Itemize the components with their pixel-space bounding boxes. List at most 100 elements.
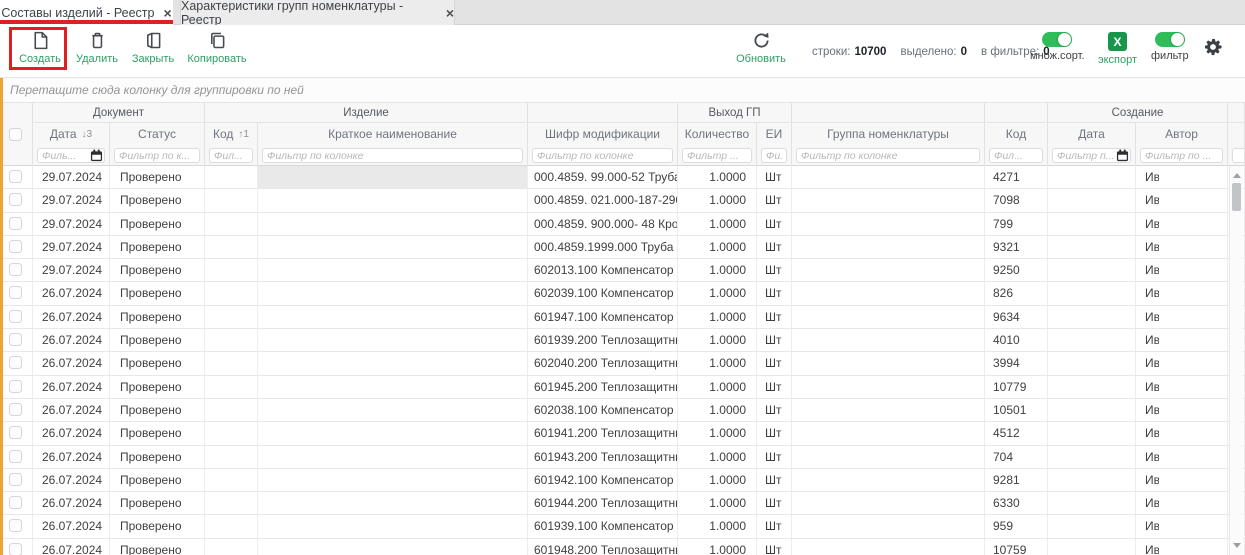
table-row[interactable]: 26.07.2024Проверено601942.100 Компенсато… bbox=[0, 469, 1245, 492]
cell-quantity[interactable]: 1.0000 bbox=[678, 213, 757, 235]
cell-shifr-modifikacii[interactable]: 601942.100 Компенсатор к bbox=[528, 469, 678, 491]
cell-quantity[interactable]: 1.0000 bbox=[678, 282, 757, 304]
toggle-on-icon[interactable] bbox=[1155, 32, 1185, 47]
table-row[interactable]: 29.07.2024Проверено000.4859. 99.000-52 Т… bbox=[0, 166, 1245, 189]
cell-ei[interactable]: Шт bbox=[757, 469, 792, 491]
cell-shifr-modifikacii[interactable]: 601948.200 Теплозащитнь bbox=[528, 539, 678, 555]
cell-ei[interactable]: Шт bbox=[757, 446, 792, 468]
cell-quantity[interactable]: 1.0000 bbox=[678, 399, 757, 421]
cell-shifr-modifikacii[interactable]: 602039.100 Компенсатор к bbox=[528, 282, 678, 304]
cell-quantity[interactable]: 1.0000 bbox=[678, 422, 757, 444]
cell-date[interactable]: 29.07.2024 bbox=[33, 236, 110, 258]
cell-ei[interactable]: Шт bbox=[757, 399, 792, 421]
cell-create-date[interactable] bbox=[1048, 166, 1136, 188]
column-header-quantity[interactable]: Количество bbox=[678, 123, 757, 145]
cell-quantity[interactable]: 1.0000 bbox=[678, 236, 757, 258]
cell-author[interactable]: Ив bbox=[1136, 306, 1228, 328]
cell-ei[interactable]: Шт bbox=[757, 422, 792, 444]
cell-ei[interactable]: Шт bbox=[757, 213, 792, 235]
filter-input-short-name[interactable] bbox=[262, 148, 523, 163]
cell-nomenclature-group[interactable] bbox=[792, 306, 985, 328]
cell-status[interactable]: Проверено bbox=[110, 236, 205, 258]
row-checkbox[interactable] bbox=[9, 263, 22, 276]
cell-nomenclature-group[interactable] bbox=[792, 399, 985, 421]
cell-quantity[interactable]: 1.0000 bbox=[678, 446, 757, 468]
table-row[interactable]: 29.07.2024Проверено000.4859. 900.000- 48… bbox=[0, 213, 1245, 236]
cell-date[interactable]: 29.07.2024 bbox=[33, 166, 110, 188]
cell-status[interactable]: Проверено bbox=[110, 399, 205, 421]
cell-shifr-modifikacii[interactable]: 000.4859. 900.000- 48 Крон bbox=[528, 213, 678, 235]
cell-short-name[interactable] bbox=[258, 282, 528, 304]
scroll-up-icon[interactable] bbox=[1233, 173, 1241, 178]
cell-create-date[interactable] bbox=[1048, 469, 1136, 491]
cell-code[interactable] bbox=[205, 492, 258, 514]
cell-code[interactable] bbox=[205, 213, 258, 235]
tab-sostavy-izdeliy[interactable]: Составы изделий - Реестр × bbox=[0, 0, 173, 25]
cell-status[interactable]: Проверено bbox=[110, 166, 205, 188]
filter-input-shifr-modifikacii[interactable] bbox=[532, 148, 673, 163]
column-header-date[interactable]: Дата↓3 bbox=[33, 123, 110, 145]
cell-author[interactable]: Ив bbox=[1136, 446, 1228, 468]
filter-input-ei[interactable] bbox=[761, 148, 787, 163]
cell-status[interactable]: Проверено bbox=[110, 213, 205, 235]
filter-input-quantity[interactable] bbox=[682, 148, 752, 163]
cell-author[interactable]: Ив bbox=[1136, 422, 1228, 444]
cell-code[interactable] bbox=[205, 376, 258, 398]
cell-shifr-modifikacii[interactable]: 602040.200 Теплозащитнь bbox=[528, 352, 678, 374]
export-button[interactable]: X экспорт bbox=[1098, 32, 1137, 66]
table-row[interactable]: 26.07.2024Проверено601947.100 Компенсато… bbox=[0, 306, 1245, 329]
group-by-drop-zone[interactable]: Перетащите сюда колонку для группировки … bbox=[0, 78, 1245, 103]
cell-create-date[interactable] bbox=[1048, 236, 1136, 258]
row-checkbox[interactable] bbox=[9, 333, 22, 346]
cell-nomenclature-group[interactable] bbox=[792, 236, 985, 258]
cell-code2[interactable]: 9321 bbox=[985, 236, 1048, 258]
cell-create-date[interactable] bbox=[1048, 352, 1136, 374]
cell-ei[interactable]: Шт bbox=[757, 282, 792, 304]
calendar-icon[interactable] bbox=[1116, 149, 1129, 162]
cell-short-name[interactable] bbox=[258, 399, 528, 421]
cell-code2[interactable]: 10501 bbox=[985, 399, 1048, 421]
filter-input-code2[interactable] bbox=[989, 148, 1043, 163]
cell-shifr-modifikacii[interactable]: 602038.100 Компенсатор к bbox=[528, 399, 678, 421]
cell-short-name[interactable] bbox=[258, 213, 528, 235]
table-row[interactable]: 26.07.2024Проверено602038.100 Компенсато… bbox=[0, 399, 1245, 422]
filter-input-nomenclature-group[interactable] bbox=[796, 148, 980, 163]
cell-status[interactable]: Проверено bbox=[110, 282, 205, 304]
table-row[interactable]: 29.07.2024Проверено000.4859. 021.000-187… bbox=[0, 189, 1245, 212]
cell-create-date[interactable] bbox=[1048, 492, 1136, 514]
cell-nomenclature-group[interactable] bbox=[792, 259, 985, 281]
cell-ei[interactable]: Шт bbox=[757, 352, 792, 374]
cell-nomenclature-group[interactable] bbox=[792, 539, 985, 555]
cell-nomenclature-group[interactable] bbox=[792, 213, 985, 235]
cell-code2[interactable]: 9250 bbox=[985, 259, 1048, 281]
cell-author[interactable]: Ив bbox=[1136, 376, 1228, 398]
cell-short-name[interactable] bbox=[258, 469, 528, 491]
table-row[interactable]: 29.07.2024Проверено602013.100 Компенсато… bbox=[0, 259, 1245, 282]
cell-code2[interactable]: 9634 bbox=[985, 306, 1048, 328]
cell-date[interactable]: 26.07.2024 bbox=[33, 306, 110, 328]
filter-input-author[interactable] bbox=[1140, 148, 1223, 163]
cell-code[interactable] bbox=[205, 399, 258, 421]
tab-harakteristiki-grupp[interactable]: Характеристики групп номенклатуры - Реес… bbox=[180, 0, 455, 25]
cell-ei[interactable]: Шт bbox=[757, 306, 792, 328]
table-row[interactable]: 26.07.2024Проверено602039.100 Компенсато… bbox=[0, 282, 1245, 305]
cell-date[interactable]: 26.07.2024 bbox=[33, 446, 110, 468]
cell-short-name[interactable] bbox=[258, 422, 528, 444]
cell-author[interactable]: Ив bbox=[1136, 469, 1228, 491]
filter-input-status[interactable] bbox=[114, 148, 200, 163]
cell-quantity[interactable]: 1.0000 bbox=[678, 329, 757, 351]
cell-short-name[interactable] bbox=[258, 492, 528, 514]
row-checkbox[interactable] bbox=[9, 473, 22, 486]
copy-button[interactable]: Копировать bbox=[184, 30, 250, 65]
cell-quantity[interactable]: 1.0000 bbox=[678, 539, 757, 555]
cell-create-date[interactable] bbox=[1048, 376, 1136, 398]
cell-quantity[interactable]: 1.0000 bbox=[678, 259, 757, 281]
column-group-empty[interactable] bbox=[985, 103, 1048, 123]
row-checkbox[interactable] bbox=[9, 426, 22, 439]
cell-author[interactable]: Ив bbox=[1136, 492, 1228, 514]
cell-date[interactable]: 26.07.2024 bbox=[33, 515, 110, 537]
select-all-checkbox[interactable] bbox=[9, 128, 22, 141]
cell-status[interactable]: Проверено bbox=[110, 539, 205, 555]
filter-toggle[interactable]: фильтр bbox=[1151, 32, 1189, 62]
cell-status[interactable]: Проверено bbox=[110, 259, 205, 281]
